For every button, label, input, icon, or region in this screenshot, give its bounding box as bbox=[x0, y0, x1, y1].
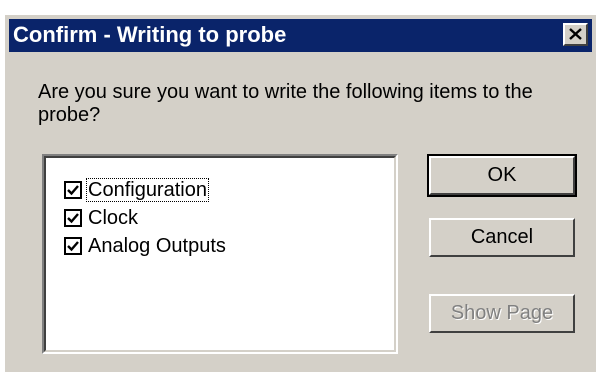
list-item-label: Configuration bbox=[86, 177, 209, 202]
ok-button[interactable]: OK bbox=[427, 154, 577, 197]
cancel-button[interactable]: Cancel bbox=[429, 218, 575, 257]
list-item-label: Analog Outputs bbox=[88, 234, 226, 257]
list-item-analog-outputs[interactable]: Analog Outputs bbox=[64, 233, 227, 258]
checkmark-icon bbox=[67, 184, 79, 195]
show-page-button[interactable]: Show Page bbox=[429, 294, 575, 333]
list-item-configuration[interactable]: Configuration bbox=[64, 177, 209, 202]
close-button[interactable] bbox=[563, 23, 588, 46]
confirm-dialog: Confirm - Writing to probe Are you sure … bbox=[3, 13, 596, 372]
dialog-title: Confirm - Writing to probe bbox=[13, 22, 287, 47]
confirmation-message: Are you sure you want to write the follo… bbox=[38, 81, 533, 126]
analog-outputs-checkbox[interactable] bbox=[64, 236, 82, 255]
configuration-checkbox[interactable] bbox=[64, 180, 82, 199]
list-item-label: Clock bbox=[88, 206, 139, 229]
items-listbox[interactable]: Configuration Clock Analog Outputs bbox=[42, 154, 398, 354]
checkmark-icon bbox=[67, 212, 79, 223]
list-item-clock[interactable]: Clock bbox=[64, 205, 139, 230]
clock-checkbox[interactable] bbox=[64, 208, 82, 227]
checkmark-icon bbox=[67, 240, 79, 251]
title-bar[interactable]: Confirm - Writing to probe bbox=[9, 19, 592, 52]
